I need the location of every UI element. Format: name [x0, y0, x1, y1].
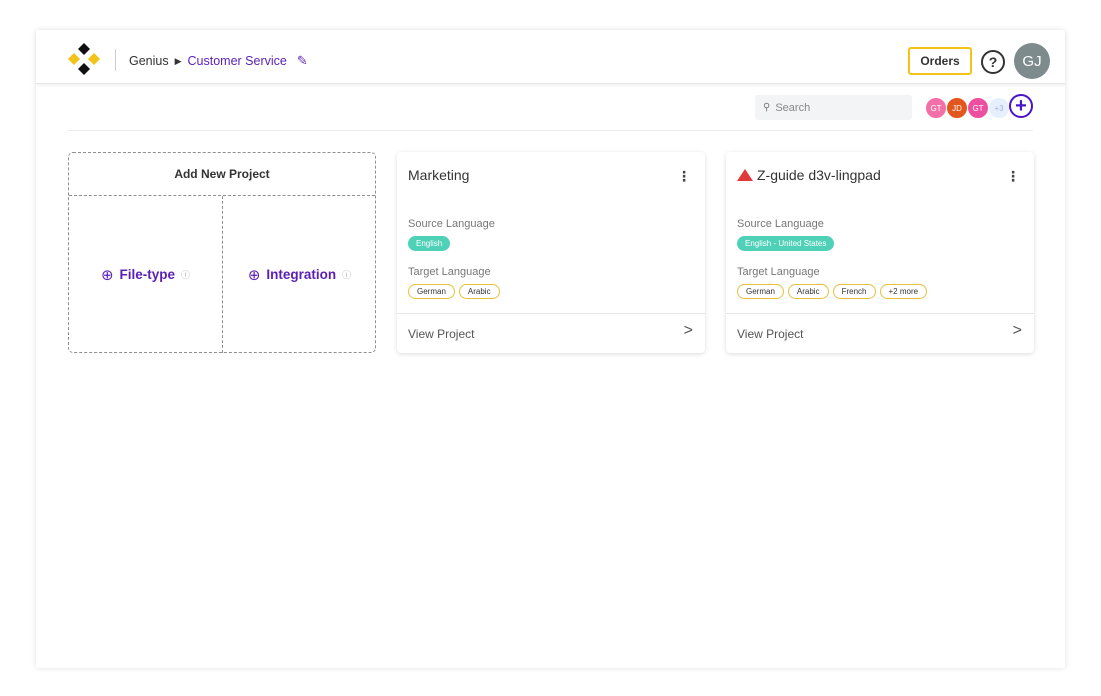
- help-icon[interactable]: ?: [981, 50, 1005, 74]
- target-language-tag: French: [832, 284, 876, 299]
- info-icon[interactable]: ⓘ: [181, 268, 190, 281]
- search-icon: ⚲: [763, 102, 771, 113]
- project-card[interactable]: Z-guide d3v-lingpad ⋮ Source Language En…: [726, 152, 1034, 353]
- source-language-tag: English - United States: [737, 236, 835, 251]
- edit-pencil-icon[interactable]: ✎: [297, 53, 308, 69]
- toolbar-divider: [68, 130, 1033, 131]
- caret-right-icon: ▶: [174, 55, 182, 66]
- target-language-tags: German Arabic French +2 more: [737, 284, 928, 299]
- add-file-type-button[interactable]: ⊕ File-type ⓘ: [69, 196, 222, 353]
- member-avatar[interactable]: JD: [946, 97, 968, 119]
- add-project-card: Add New Project ⊕ File-type ⓘ ⊕ Integrat…: [68, 152, 376, 353]
- more-members-badge[interactable]: +3: [988, 97, 1010, 119]
- top-header: Genius ▶ Customer Service ✎ Orders ? GJ: [36, 30, 1065, 84]
- breadcrumb-root[interactable]: Genius: [129, 54, 169, 68]
- member-avatar[interactable]: GT: [967, 97, 989, 119]
- integration-label: Integration: [266, 267, 337, 282]
- source-language-tags: English: [408, 236, 451, 251]
- target-language-tag: Arabic: [458, 284, 500, 299]
- chevron-right-icon: >: [1012, 322, 1022, 339]
- plus-circle-icon: ⊕: [100, 266, 114, 284]
- view-project-link[interactable]: View Project >: [397, 313, 705, 353]
- project-card[interactable]: Marketing ⋮ Source Language English Targ…: [397, 152, 705, 353]
- member-avatar[interactable]: GT: [925, 97, 947, 119]
- orders-button[interactable]: Orders: [908, 47, 972, 75]
- target-language-tag: German: [408, 284, 455, 299]
- file-type-label: File-type: [119, 267, 176, 282]
- kebab-menu-icon[interactable]: ⋮: [677, 168, 691, 185]
- target-language-tag: Arabic: [787, 284, 829, 299]
- source-language-label: Source Language: [408, 218, 495, 230]
- source-language-label: Source Language: [737, 218, 824, 230]
- search-box[interactable]: ⚲: [755, 95, 912, 120]
- breadcrumb: Genius ▶ Customer Service ✎: [129, 53, 308, 69]
- project-title: Z-guide d3v-lingpad: [737, 167, 881, 183]
- project-name: Z-guide d3v-lingpad: [757, 167, 881, 183]
- kebab-menu-icon[interactable]: ⋮: [1006, 168, 1020, 185]
- genius-logo[interactable]: [68, 43, 100, 75]
- view-project-label: View Project: [737, 327, 804, 341]
- user-avatar[interactable]: GJ: [1014, 43, 1050, 79]
- project-logo-icon: [737, 169, 753, 181]
- app-window: Genius ▶ Customer Service ✎ Orders ? GJ …: [36, 30, 1065, 668]
- search-input[interactable]: [775, 101, 896, 114]
- more-languages-tag[interactable]: +2 more: [879, 284, 928, 299]
- target-language-tag: German: [737, 284, 784, 299]
- project-title: Marketing: [408, 167, 469, 183]
- chevron-right-icon: >: [683, 322, 693, 339]
- breadcrumb-current: Customer Service: [187, 54, 287, 68]
- source-language-tags: English - United States: [737, 236, 835, 251]
- member-avatars: GT JD GT +3: [925, 96, 1010, 120]
- add-member-icon[interactable]: +: [1009, 94, 1033, 118]
- add-project-title: Add New Project: [69, 153, 375, 196]
- plus-circle-icon: ⊕: [247, 266, 261, 284]
- logo-separator: [115, 49, 116, 71]
- add-integration-button[interactable]: ⊕ Integration ⓘ: [223, 196, 376, 353]
- target-language-label: Target Language: [408, 266, 491, 278]
- view-project-label: View Project: [408, 327, 475, 341]
- view-project-link[interactable]: View Project >: [726, 313, 1034, 353]
- source-language-tag: English: [408, 236, 451, 251]
- project-name: Marketing: [408, 167, 470, 183]
- target-language-tags: German Arabic: [408, 284, 500, 299]
- info-icon[interactable]: ⓘ: [342, 268, 351, 281]
- target-language-label: Target Language: [737, 266, 820, 278]
